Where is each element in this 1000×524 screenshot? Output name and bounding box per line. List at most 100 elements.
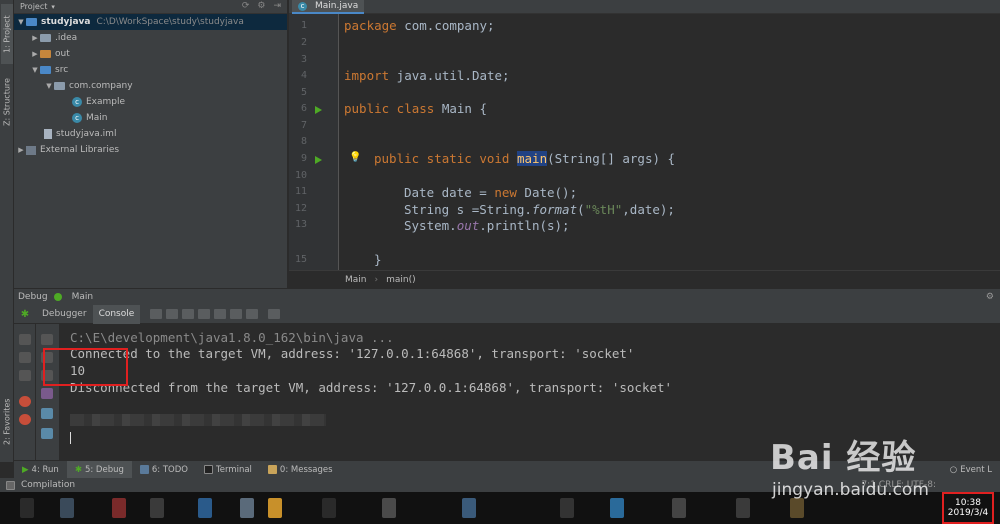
tab-project-vertical[interactable]: 1: Project <box>1 4 13 64</box>
print-icon[interactable] <box>41 388 53 399</box>
play-icon: ▶ <box>22 464 29 475</box>
chevron-down-icon[interactable]: ▼ <box>44 82 54 90</box>
taskbar-app-icon[interactable] <box>240 498 254 518</box>
tree-item-src[interactable]: ▼ src <box>14 62 287 78</box>
tab-run[interactable]: ▶ 4: Run <box>14 461 67 479</box>
status-right: 7:1 CRLF: UTF-8: <box>861 480 936 490</box>
tab-label: 6: TODO <box>151 464 188 475</box>
chevron-down-icon[interactable]: ▾ <box>51 3 55 11</box>
tree-item-iml[interactable]: studyjava.iml <box>14 126 287 142</box>
tree-item-example[interactable]: c Example <box>14 94 287 110</box>
breadcrumb: Main › main() <box>289 270 1000 288</box>
run-gutter-icon[interactable] <box>315 156 322 164</box>
tree-item-studyjava[interactable]: ▼ studyjava C:\D\WorkSpace\study\studyja… <box>14 14 287 30</box>
status-icon <box>6 480 15 490</box>
search-icon: ○ <box>949 464 958 475</box>
tree-item-out[interactable]: ▶ out <box>14 46 287 62</box>
up-arrow-icon[interactable] <box>41 334 53 345</box>
folder-icon <box>40 34 51 42</box>
tab-main-java[interactable]: c Main.java <box>292 0 365 14</box>
taskbar-app-icon[interactable] <box>560 498 574 518</box>
code-text: System. <box>404 218 457 233</box>
evaluate-icon[interactable] <box>246 309 259 319</box>
gear-icon[interactable]: ⚙ <box>257 1 265 11</box>
step-out-icon[interactable] <box>198 309 211 319</box>
lightbulb-icon[interactable]: 💡 <box>349 152 361 163</box>
step-into-icon[interactable] <box>166 309 179 319</box>
taskbar-app-icon[interactable] <box>60 498 74 518</box>
console-actions-toolbar <box>36 324 60 460</box>
chevron-down-icon[interactable]: ▼ <box>30 66 40 74</box>
trash-icon[interactable] <box>41 408 53 419</box>
tree-item-main[interactable]: c Main <box>14 110 287 126</box>
editor-tab-bar: c Main.java <box>289 0 1000 14</box>
delete-icon[interactable] <box>41 428 53 439</box>
taskbar-app-icon[interactable] <box>610 498 624 518</box>
tab-favorites-vertical[interactable]: 2: Favorites <box>1 392 13 452</box>
taskbar-app-icon[interactable] <box>112 498 126 518</box>
project-header-label[interactable]: Project <box>20 2 47 11</box>
line-number: 8 <box>300 136 307 147</box>
step-over-icon[interactable] <box>150 309 163 319</box>
tab-structure-vertical[interactable]: Z: Structure <box>1 70 13 134</box>
drop-frame-icon[interactable] <box>214 309 227 319</box>
tree-item-idea[interactable]: ▶ .idea <box>14 30 287 46</box>
taskbar-app-icon[interactable] <box>20 498 34 518</box>
hide-icon[interactable]: ⇥ <box>273 1 281 11</box>
bug-icon: ✱ <box>20 308 30 320</box>
pause-icon[interactable] <box>19 352 31 363</box>
code-line-6: public class Main { <box>344 101 487 116</box>
tree-item-com-company[interactable]: ▼ com.company <box>14 78 287 94</box>
tab-terminal[interactable]: Terminal <box>196 461 260 479</box>
taskbar-app-icon[interactable] <box>268 498 282 518</box>
mute-breakpoints-icon[interactable] <box>19 414 31 425</box>
line-number: 9 <box>300 153 307 164</box>
tree-item-label: studyjava <box>41 17 91 27</box>
rerun-icon[interactable] <box>19 334 31 345</box>
code-editor[interactable]: 1 2 3 4 5 6 7 8 9 10 11 12 13 15 💡 packa… <box>289 14 1000 270</box>
tree-item-external-libraries[interactable]: ▶ External Libraries <box>14 142 287 158</box>
tree-item-label: Main <box>86 113 108 123</box>
messages-icon <box>267 465 277 474</box>
chevron-right-icon[interactable]: ▶ <box>30 34 40 42</box>
code-string: "%tH" <box>584 202 623 217</box>
tab-messages[interactable]: 0: Messages <box>260 461 341 479</box>
taskbar-app-icon[interactable] <box>462 498 476 518</box>
run-gutter-icon[interactable] <box>315 106 322 114</box>
console-output[interactable]: C:\E\development\java1.8.0_162\bin\java … <box>60 324 1000 460</box>
restore-layout-icon[interactable] <box>268 309 281 319</box>
tab-label: Main.java <box>315 1 359 11</box>
tool-window-bar: ▶ 4: Run ✱ 5: Debug 6: TODO Terminal 0: Me… <box>14 460 1000 479</box>
code-keyword: package <box>344 18 397 33</box>
chevron-down-icon[interactable]: ▼ <box>16 18 26 26</box>
taskbar-app-icon[interactable] <box>382 498 396 518</box>
code-line-15: } <box>374 252 382 267</box>
sync-icon[interactable]: ⟳ <box>242 1 250 11</box>
tab-debug[interactable]: ✱ 5: Debug <box>66 460 132 479</box>
run-to-cursor-icon[interactable] <box>230 309 243 319</box>
taskbar-app-icon[interactable] <box>672 498 686 518</box>
tab-event-log[interactable]: ○ Event L <box>942 461 1000 479</box>
taskbar-app-icon[interactable] <box>790 498 804 518</box>
debug-config-name[interactable]: Main <box>72 292 94 302</box>
file-icon <box>44 129 52 139</box>
stop-icon[interactable] <box>19 370 31 381</box>
tab-todo[interactable]: 6: TODO <box>132 461 196 479</box>
chevron-right-icon[interactable]: ▶ <box>30 50 40 58</box>
code-method-call: format <box>531 202 578 217</box>
tree-item-path: C:\D\WorkSpace\study\studyjava <box>96 17 244 27</box>
breadcrumb-item[interactable]: Main <box>345 275 367 285</box>
force-step-into-icon[interactable] <box>182 309 195 319</box>
tab-console[interactable]: Console <box>92 304 141 324</box>
tab-debugger[interactable]: Debugger <box>36 305 93 324</box>
taskbar-app-icon[interactable] <box>322 498 336 518</box>
taskbar-app-icon[interactable] <box>150 498 164 518</box>
breadcrumb-item[interactable]: main() <box>386 275 416 285</box>
chevron-right-icon[interactable]: ▶ <box>16 146 26 154</box>
line-number: 11 <box>294 186 307 197</box>
taskbar-app-icon[interactable] <box>736 498 750 518</box>
gear-icon[interactable]: ⚙ <box>986 292 994 302</box>
view-breakpoints-icon[interactable] <box>19 396 31 407</box>
taskbar-app-icon[interactable] <box>198 498 212 518</box>
system-clock[interactable]: 10:38 2019/3/4 <box>942 492 994 524</box>
